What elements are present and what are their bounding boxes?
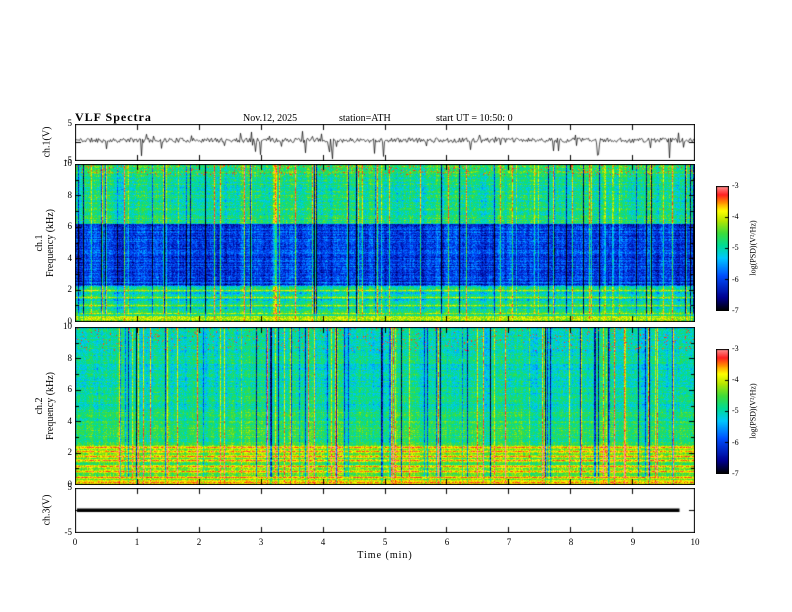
x-tick-label: 3 xyxy=(258,537,264,547)
y-tick-label: 10 xyxy=(63,321,72,331)
y-tick-label: 2 xyxy=(67,447,73,457)
ch2-colorbar-label: log(PSD)(V²/Hz) xyxy=(748,383,758,439)
colorbar-tick-label: -3 xyxy=(732,344,739,353)
x-tick-label: 10 xyxy=(690,537,700,547)
ch1-colorbar-label: log(PSD)(V²/Hz) xyxy=(748,220,758,276)
y-tick-label: 10 xyxy=(63,158,72,168)
ch1-colorbar xyxy=(716,186,729,316)
colorbar-tick-label: -3 xyxy=(732,181,739,190)
y-tick-label: 6 xyxy=(67,221,73,231)
ch2-colorbar xyxy=(716,349,729,479)
y-tick-label: 5 xyxy=(67,118,73,128)
ch1-spectrogram-panel xyxy=(75,164,695,322)
ch3-waveform-panel xyxy=(75,488,695,533)
y-tick-label: 5 xyxy=(67,482,73,492)
ch3-waveform-canvas xyxy=(75,488,695,533)
y-tick-label: 8 xyxy=(67,353,73,363)
x-tick-label: 2 xyxy=(196,537,202,547)
x-tick-label: 7 xyxy=(506,537,512,547)
ch2-spectrogram-ylabel-axis: Frequency (kHz) xyxy=(45,371,56,441)
x-tick-label: 8 xyxy=(568,537,574,547)
colorbar-tick-label: -7 xyxy=(732,469,739,478)
colorbar-tick-label: -6 xyxy=(732,275,739,284)
y-tick-label: 8 xyxy=(67,190,73,200)
x-tick-label: 5 xyxy=(382,537,388,547)
ch1-spectrogram-ylabel-axis: Frequency (kHz) xyxy=(45,208,56,278)
x-axis-label: Time (min) xyxy=(357,550,413,561)
colorbar-tick-label: -6 xyxy=(732,438,739,447)
x-tick-label: 4 xyxy=(320,537,326,547)
ch2-spectrogram-panel xyxy=(75,327,695,485)
x-tick-label: 0 xyxy=(72,537,78,547)
ch2-spectrogram-ylabel-channel: ch.2 xyxy=(34,397,45,415)
ch1-spectrogram-canvas xyxy=(75,164,695,322)
y-tick-label: 4 xyxy=(67,416,73,426)
ch2-spectrogram-canvas xyxy=(75,327,695,485)
y-tick-label: 6 xyxy=(67,384,73,394)
colorbar-tick-label: -7 xyxy=(732,306,739,315)
ch2-spectrogram-ylabel: ch.2 Frequency (kHz) xyxy=(34,372,56,440)
header-station: station=ATH xyxy=(339,113,391,124)
x-tick-label: 9 xyxy=(630,537,636,547)
ch1-spectrogram-ylabel-channel: ch.1 xyxy=(34,234,45,252)
ch1-waveform-ylabel: ch.1(V) xyxy=(41,126,53,158)
header-date: Nov.12, 2025 xyxy=(243,113,298,124)
y-tick-label: 2 xyxy=(67,284,73,294)
y-tick-label: 4 xyxy=(67,253,73,263)
ch2-colorbar-canvas xyxy=(716,349,729,474)
ch1-waveform-canvas xyxy=(75,124,695,161)
x-tick-label: 1 xyxy=(134,537,140,547)
x-tick-label: 6 xyxy=(444,537,450,547)
ch3-waveform-ylabel: ch.3(V) xyxy=(41,494,53,526)
ch1-colorbar-canvas xyxy=(716,186,729,311)
vlf-spectra-figure: VLF Spectra Nov.12, 2025 station=ATH sta… xyxy=(0,0,792,612)
header-start-ut: start UT = 10:50: 0 xyxy=(436,113,513,124)
figure-title: VLF Spectra xyxy=(75,110,152,124)
ch1-spectrogram-ylabel: ch.1 Frequency (kHz) xyxy=(34,209,56,277)
ch1-waveform-panel xyxy=(75,124,695,161)
